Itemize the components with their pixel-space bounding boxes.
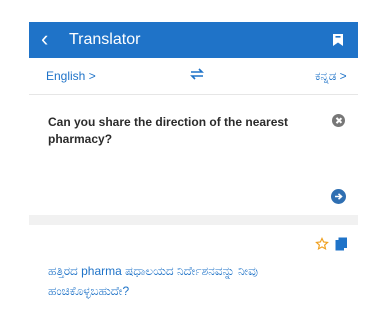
- translated-text: ಹತ್ತಿರದ pharma ಷಧಾಲಯದ ನಿರ್ದೇಶನವನ್ನು ನೀವು…: [48, 264, 258, 298]
- input-text[interactable]: Can you share the direction of the neare…: [48, 114, 303, 148]
- copy-icon[interactable]: [335, 237, 348, 251]
- go-arrow-icon[interactable]: [331, 189, 346, 204]
- bookmark-icon[interactable]: [332, 33, 344, 47]
- chevron-left-icon[interactable]: ‹: [41, 28, 48, 50]
- input-panel[interactable]: Can you share the direction of the neare…: [29, 95, 358, 215]
- target-language-selector[interactable]: ಕನ್ನಡ >: [315, 69, 347, 84]
- swap-icon[interactable]: [189, 66, 205, 82]
- section-divider: [29, 215, 358, 225]
- source-language-selector[interactable]: English >: [46, 69, 96, 83]
- language-bar: English > ಕನ್ನಡ >: [29, 58, 358, 95]
- app-bar: ‹ Translator: [29, 22, 358, 58]
- star-outline-icon[interactable]: [315, 237, 329, 251]
- clear-icon[interactable]: [332, 114, 345, 127]
- result-panel: ಹತ್ತಿರದ pharma ಷಧಾಲಯದ ನಿರ್ದೇಶನವನ್ನು ನೀವು…: [29, 225, 358, 320]
- page-title: Translator: [69, 31, 141, 48]
